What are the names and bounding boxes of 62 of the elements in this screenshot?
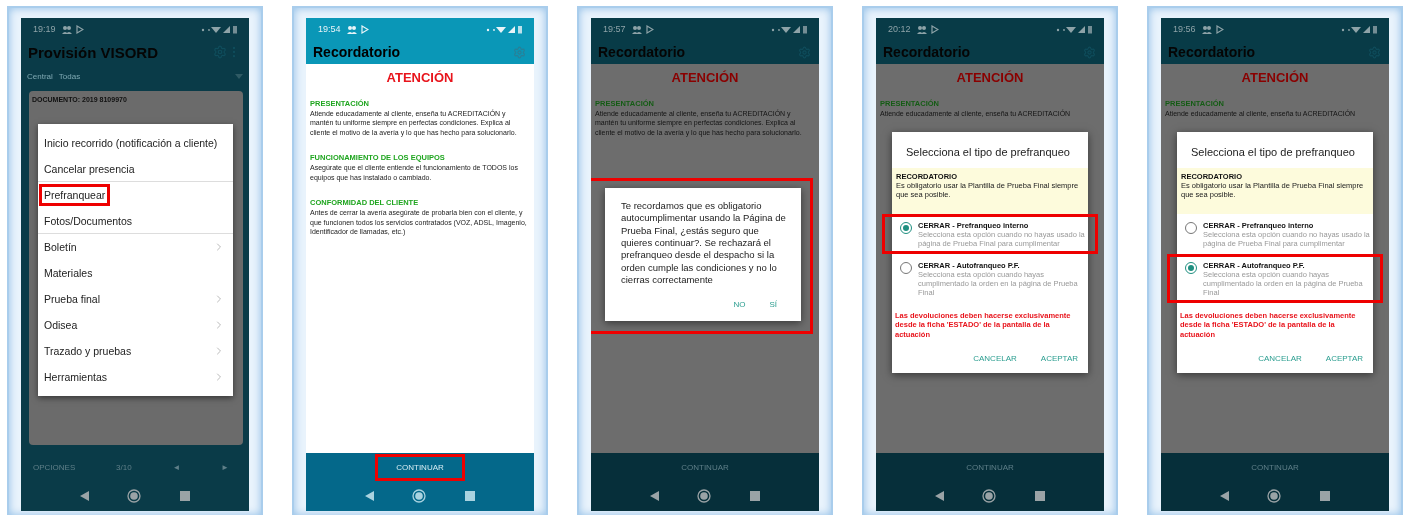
dialog-button[interactable]: SÍ — [759, 296, 787, 314]
app-title: Recordatorio — [1168, 44, 1256, 60]
menu-item[interactable]: Trazado y pruebas — [38, 338, 233, 364]
home-icon[interactable] — [127, 489, 142, 503]
filter-label[interactable]: Central — [27, 72, 53, 81]
filter-label[interactable]: Todas — [58, 72, 81, 81]
attention-heading: ATENCIÓN — [670, 70, 740, 85]
back-icon[interactable] — [365, 491, 375, 501]
home-icon[interactable] — [697, 489, 712, 503]
status-time: 19:19 — [33, 24, 56, 34]
dialog-title: Selecciona el tipo de prefranqueo — [1190, 145, 1356, 160]
status-icons — [1341, 24, 1379, 34]
page-counter: 3/10 — [116, 462, 132, 472]
app-title: Provisión VISORD — [28, 43, 159, 61]
attention-heading: ATENCIÓN — [385, 70, 455, 85]
status-time: 19:57 — [603, 24, 626, 34]
menu-item[interactable]: Prefranquear — [38, 182, 233, 208]
recents-icon[interactable] — [749, 491, 760, 501]
menu-item[interactable]: Boletín — [38, 234, 233, 260]
home-icon[interactable] — [982, 489, 997, 503]
notification-icons — [346, 24, 369, 34]
menu-item[interactable]: Materiales — [38, 260, 233, 286]
back-icon[interactable] — [80, 491, 90, 501]
recents-icon[interactable] — [179, 491, 190, 501]
dialog-button[interactable]: NO — [723, 296, 756, 314]
status-time: 19:54 — [318, 24, 341, 34]
status-icons — [1056, 24, 1094, 34]
dialog-button[interactable]: ACEPTAR — [1315, 349, 1373, 367]
app-title: Recordatorio — [598, 44, 686, 60]
back-icon[interactable] — [1220, 491, 1230, 501]
menu-item[interactable]: Inicio recorrido (notificación a cliente) — [38, 130, 233, 156]
attention-heading: ATENCIÓN — [955, 70, 1025, 85]
dialog-title: Selecciona el tipo de prefranqueo — [905, 145, 1071, 160]
recents-icon[interactable] — [1034, 491, 1045, 501]
continue-button[interactable]: CONTINUAR — [375, 453, 465, 481]
status-icons — [201, 24, 239, 34]
dialog-message: Te recordamos que es obligatorio autocumplimentar usando la Página de Prueba Final, ¿estás seguro que quieres continuar?. Se rechazará el prefranqueo desde el despacho si la orden cumple las condiciones y no lo cierras correctamente — [621, 200, 787, 287]
notification-icons — [1201, 24, 1224, 34]
back-icon[interactable] — [650, 491, 660, 501]
notification-icons — [61, 24, 84, 34]
menu-item[interactable]: Odisea — [38, 312, 233, 338]
menu-item[interactable]: Prueba final — [38, 286, 233, 312]
status-time: 19:56 — [1173, 24, 1196, 34]
notification-icons — [916, 24, 939, 34]
status-icons — [486, 24, 524, 34]
recents-icon[interactable] — [1319, 491, 1330, 501]
app-title: Recordatorio — [883, 44, 971, 60]
home-icon[interactable] — [1267, 489, 1282, 503]
attention-heading: ATENCIÓN — [1240, 70, 1310, 85]
menu-item[interactable]: Fotos/Documentos — [38, 208, 233, 234]
status-time: 20:12 — [888, 24, 911, 34]
menu-item[interactable]: Cancelar presencia — [38, 156, 233, 182]
status-icons — [771, 24, 809, 34]
dialog-button[interactable]: CANCELAR — [963, 349, 1027, 367]
back-icon[interactable] — [935, 491, 945, 501]
app-title: Recordatorio — [313, 44, 401, 60]
notification-icons — [631, 24, 654, 34]
dialog-button[interactable]: ACEPTAR — [1030, 349, 1088, 367]
recents-icon[interactable] — [464, 491, 475, 501]
menu-item[interactable]: Herramientas — [38, 364, 233, 390]
dialog-button[interactable]: CANCELAR — [1248, 349, 1312, 367]
home-icon[interactable] — [412, 489, 427, 503]
